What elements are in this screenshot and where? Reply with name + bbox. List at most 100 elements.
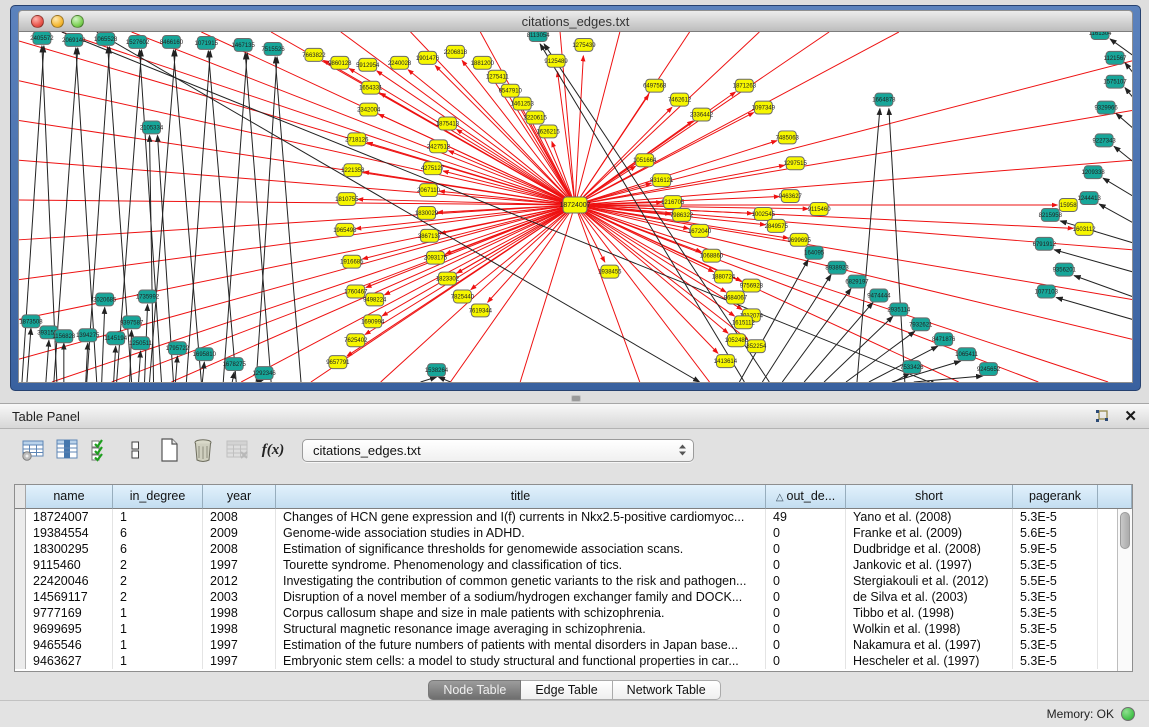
table-cell[interactable]: 1: [113, 653, 203, 669]
graph-node-teal[interactable]: 2405572: [30, 32, 54, 44]
graph-node-yellow[interactable]: 9860128: [328, 56, 352, 69]
table-cell[interactable]: 18300295: [26, 541, 113, 557]
table-cell[interactable]: Corpus callosum shape and size in male p…: [276, 605, 766, 621]
table-cell[interactable]: 9699695: [26, 621, 113, 637]
graph-node-yellow[interactable]: 1051664: [633, 154, 657, 167]
graph-node-teal[interactable]: 1161304: [1089, 32, 1112, 39]
zoom-window-icon[interactable]: [71, 15, 84, 28]
graph-node-teal[interactable]: 1678275: [223, 358, 247, 371]
graph-node-yellow[interactable]: 1413614: [714, 355, 738, 368]
table-cell[interactable]: 49: [766, 509, 846, 525]
graph-node-yellow[interactable]: 7462612: [668, 93, 692, 106]
column-header-year[interactable]: year: [203, 485, 276, 509]
graph-node-yellow[interactable]: 2206818: [444, 45, 468, 58]
table-cell[interactable]: de Silva et al. (2003): [846, 589, 1013, 605]
table-cell[interactable]: 5.3E-5: [1013, 653, 1098, 669]
table-cell[interactable]: 1: [113, 605, 203, 621]
table-cell[interactable]: 5.3E-5: [1013, 557, 1098, 573]
graph-node-teal[interactable]: 1250511: [129, 337, 152, 350]
table-cell[interactable]: 1997: [203, 637, 276, 653]
table-cell[interactable]: Nakamura et al. (1997): [846, 637, 1013, 653]
table-cell[interactable]: Changes of HCN gene expression and I(f) …: [276, 509, 766, 525]
graph-node-yellow[interactable]: 9657791: [326, 356, 350, 369]
table-cell[interactable]: 1997: [203, 557, 276, 573]
graph-node-yellow[interactable]: 1830029: [415, 207, 439, 220]
graph-node-yellow[interactable]: 2240028: [388, 56, 412, 69]
table-cell[interactable]: Embryonic stem cells: a model to study s…: [276, 653, 766, 669]
table-cell[interactable]: 1997: [203, 653, 276, 669]
table-cell[interactable]: Genome-wide association studies in ADHD.: [276, 525, 766, 541]
table-cell[interactable]: 0: [766, 605, 846, 621]
table-cell[interactable]: 1998: [203, 621, 276, 637]
graph-node-teal[interactable]: 8471876: [932, 333, 956, 346]
table-cell[interactable]: 9465546: [26, 637, 113, 653]
column-header-in_degree[interactable]: in_degree: [113, 485, 203, 509]
table-cell[interactable]: 9777169: [26, 605, 113, 621]
memory-status-icon[interactable]: [1121, 707, 1135, 721]
graph-node-yellow[interactable]: 1823302: [436, 272, 460, 285]
graph-node-yellow[interactable]: 7625402: [344, 334, 368, 347]
graph-node-yellow[interactable]: 2093175: [424, 251, 448, 264]
table-cell[interactable]: 2009: [203, 525, 276, 541]
graph-node-yellow[interactable]: 2342004: [357, 103, 381, 116]
table-cell[interactable]: 1: [113, 621, 203, 637]
table-cell[interactable]: Wolkin et al. (1998): [846, 621, 1013, 637]
table-cell[interactable]: Dudbridge et al. (2008): [846, 541, 1013, 557]
float-panel-icon[interactable]: [1094, 409, 1110, 424]
table-cell[interactable]: 6: [113, 541, 203, 557]
graph-node-teal[interactable]: 7932621: [909, 318, 933, 331]
table-cell[interactable]: 5.3E-5: [1013, 637, 1098, 653]
graph-node-teal[interactable]: 1527602: [126, 35, 150, 48]
graph-node-yellow[interactable]: 6497568: [643, 79, 667, 92]
function-builder-button[interactable]: f(x): [256, 442, 290, 459]
tab-edge-table[interactable]: Edge Table: [521, 680, 612, 700]
graph-node-teal[interactable]: 6791912: [1033, 237, 1057, 250]
table-cell[interactable]: Tourette syndrome. Phenomenology and cla…: [276, 557, 766, 573]
scrollbar-thumb[interactable]: [1120, 512, 1130, 549]
graph-node-yellow[interactable]: 7619344: [469, 304, 493, 317]
table-cell[interactable]: 5.3E-5: [1013, 621, 1098, 637]
graph-node-yellow[interactable]: 1097349: [752, 101, 776, 114]
table-cell[interactable]: 0: [766, 573, 846, 589]
graph-node-yellow[interactable]: 15958: [1059, 199, 1077, 212]
graph-node-yellow[interactable]: 852254: [746, 340, 767, 353]
graph-node-yellow[interactable]: 1654331: [359, 81, 383, 94]
graph-node-teal[interactable]: 1121567: [1104, 51, 1127, 64]
graph-node-teal[interactable]: 8215958: [1039, 208, 1063, 221]
table-row[interactable]: 2242004622012Investigating the contribut…: [15, 573, 1132, 589]
table-cell[interactable]: 2003: [203, 589, 276, 605]
graph-node-teal[interactable]: 9227343: [1092, 134, 1116, 147]
table-row[interactable]: 911546021997Tourette syndrome. Phenomeno…: [15, 557, 1132, 573]
graph-node-yellow[interactable]: 8316121: [650, 174, 674, 187]
table-cell[interactable]: 2008: [203, 509, 276, 525]
graph-node-yellow[interactable]: 1938455: [598, 265, 622, 278]
table-cell[interactable]: Structural magnetic resonance image aver…: [276, 621, 766, 637]
table-cell[interactable]: 9115460: [26, 557, 113, 573]
graph-node-yellow[interactable]: 1875413: [436, 117, 460, 130]
graph-node-teal[interactable]: 8466160: [160, 35, 184, 48]
graph-node-yellow[interactable]: 1810755: [335, 193, 359, 206]
table-selector-dropdown[interactable]: citations_edges.txt: [302, 439, 694, 462]
show-columns-button[interactable]: [52, 436, 82, 464]
table-cell[interactable]: 22420046: [26, 573, 113, 589]
graph-node-teal[interactable]: 1077103: [1035, 285, 1059, 298]
graph-node-teal[interactable]: 2069140: [62, 33, 86, 46]
table-row[interactable]: 969969511998Structural magnetic resonanc…: [15, 621, 1132, 637]
graph-node-teal[interactable]: 9356201: [1053, 263, 1077, 276]
table-cell[interactable]: Tibbo et al. (1998): [846, 605, 1013, 621]
window-titlebar[interactable]: citations_edges.txt: [18, 10, 1133, 32]
rows-button[interactable]: [120, 436, 150, 464]
graph-node-teal[interactable]: 9474444: [867, 289, 891, 302]
table-cell[interactable]: 9463627: [26, 653, 113, 669]
table-cell[interactable]: 1: [113, 509, 203, 525]
graph-node-teal[interactable]: 1065528: [94, 32, 118, 45]
graph-node-yellow[interactable]: 1221358: [341, 164, 365, 177]
table-cell[interactable]: Jankovic et al. (1997): [846, 557, 1013, 573]
graph-node-teal[interactable]: 2935114: [887, 303, 910, 316]
graph-node-teal[interactable]: 9245652: [977, 363, 1001, 376]
vertical-scrollbar[interactable]: [1117, 509, 1132, 671]
table-cell[interactable]: 2: [113, 557, 203, 573]
graph-node-yellow[interactable]: 1216705: [661, 196, 685, 209]
table-cell[interactable]: Stergiakouli et al. (2012): [846, 573, 1013, 589]
graph-node-teal[interactable]: 1065411: [955, 348, 978, 361]
